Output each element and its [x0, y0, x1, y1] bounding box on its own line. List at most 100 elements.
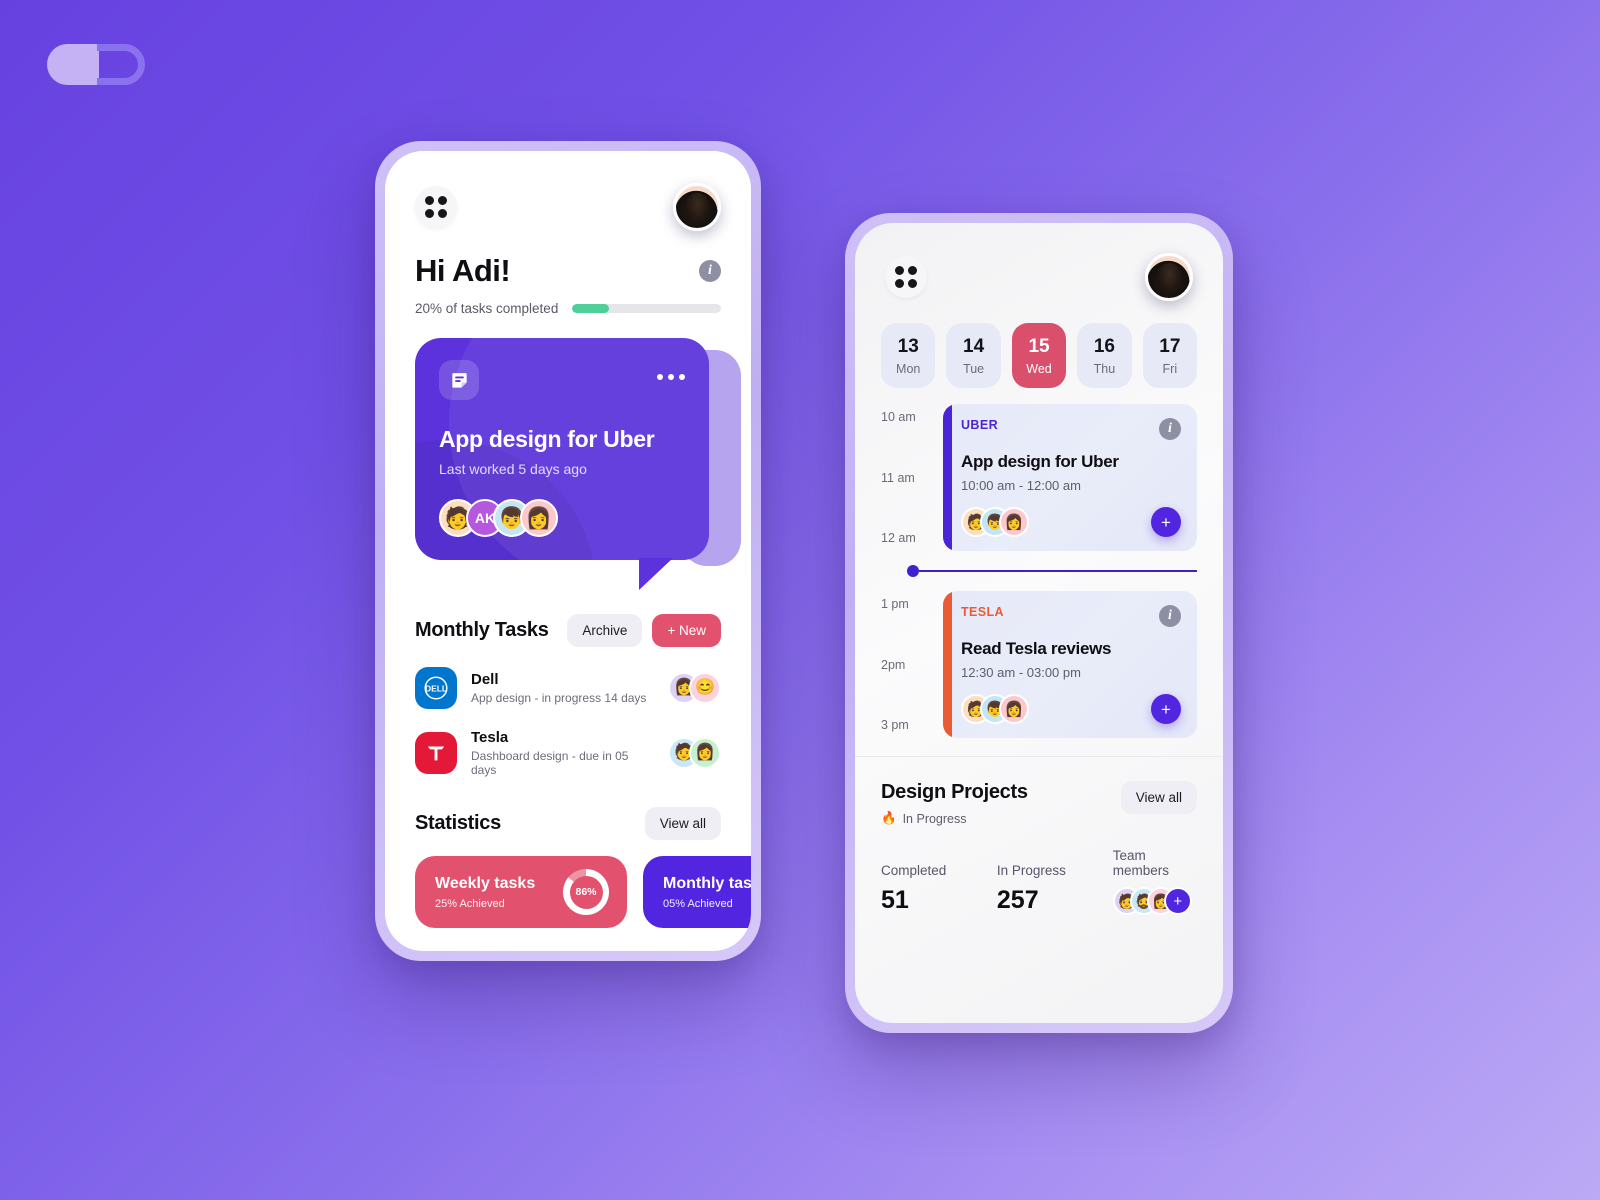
- progress-bar: [572, 304, 721, 313]
- statistics-header: Statistics View all: [415, 807, 721, 840]
- info-icon[interactable]: i: [699, 260, 721, 282]
- add-icon[interactable]: +: [1151, 694, 1181, 724]
- progress-fill: [572, 304, 610, 313]
- member-beret: 👩: [520, 499, 558, 537]
- task-row[interactable]: DELL Dell App design - in progress 14 days…: [415, 657, 721, 719]
- design-projects-status-text: In Progress: [902, 811, 967, 826]
- grid-icon[interactable]: [415, 186, 457, 228]
- design-projects-title: Design Projects: [881, 781, 1028, 803]
- day-cell-thu[interactable]: 16 Thu: [1077, 323, 1132, 388]
- grid-dot: [425, 209, 434, 218]
- design-projects-header: Design Projects 🔥 In Progress View all: [881, 781, 1197, 826]
- member-bob-hair: 👩: [689, 737, 721, 769]
- app-mockup-stage: Hi Adi! i 20% of tasks completed App des…: [0, 0, 1600, 1200]
- archive-button[interactable]: Archive: [567, 614, 643, 647]
- stat-completed: Completed 51: [881, 863, 997, 915]
- hero-card-header: [415, 338, 709, 400]
- agenda-card-header: TESLA i: [961, 605, 1181, 627]
- more-dot: [668, 374, 674, 380]
- day-number: 14: [963, 336, 985, 357]
- progress-label: 20% of tasks completed: [415, 301, 559, 316]
- statistics-title: Statistics: [415, 812, 501, 834]
- agenda-hour-label: 11 am: [881, 470, 915, 485]
- statistics-cards: Weekly tasks 25% Achieved 86% Monthly tasks…: [415, 856, 751, 928]
- hero-card-tail: [639, 558, 673, 590]
- hero-card-members: 🧑 AK 👦 👩: [439, 499, 685, 537]
- day-cell-wed[interactable]: 15 Wed: [1011, 323, 1067, 388]
- day-number: 16: [1093, 336, 1115, 357]
- task-members: 🧑 👩: [668, 737, 721, 769]
- day-name: Mon: [896, 362, 921, 376]
- greeting-row: Hi Adi! i: [385, 231, 751, 289]
- day-name: Wed: [1026, 362, 1052, 376]
- agenda-block: 1 pm 2pm 3 pm TESLA i Read Tesla reviews 12:30…: [881, 591, 1197, 738]
- phone-two-screen: 13 Mon 14 Tue 15 Wed 16 Thu 17 Fri 10 am 11 am 12 a…: [855, 223, 1223, 1023]
- agenda-block: 10 am 11 am 12 am UBER i App design for Uber 1…: [881, 404, 1197, 551]
- grid-dot: [425, 196, 434, 205]
- statistic-card-title: Monthly tasks: [663, 874, 751, 892]
- grid-dot: [438, 209, 447, 218]
- day-cell-fri[interactable]: 17 Fri: [1142, 323, 1198, 388]
- day-number: 13: [897, 336, 919, 357]
- agenda-hour-labels: 1 pm 2pm 3 pm: [881, 591, 937, 738]
- statistics-view-all-button[interactable]: View all: [644, 807, 721, 840]
- agenda-card-stripe: [943, 591, 952, 738]
- day-cell-mon[interactable]: 13 Mon: [881, 323, 936, 388]
- agenda-card-tag: TESLA: [961, 605, 1004, 619]
- agenda-card-title: Read Tesla reviews: [961, 639, 1112, 658]
- grid-icon[interactable]: [885, 256, 927, 298]
- note-icon: [439, 360, 479, 400]
- tesla-logo: [415, 732, 457, 774]
- agenda-card[interactable]: TESLA i Read Tesla reviews 12:30 am - 03:00…: [943, 591, 1197, 738]
- stat-completed-label: Completed: [881, 863, 947, 878]
- projects-view-all-button[interactable]: View all: [1120, 781, 1197, 814]
- phone-one-topbar: [385, 151, 751, 231]
- statistic-card[interactable]: Monthly tasks 05% Achieved: [643, 856, 751, 928]
- agenda-card-time: 10:00 am - 12:00 am: [961, 478, 1081, 493]
- phone-calendar-screen: 13 Mon 14 Tue 15 Wed 16 Thu 17 Fri 10 am 11 am 12 a…: [845, 213, 1233, 1033]
- design-projects-stats: Completed 51 In Progress 257 Team member…: [881, 848, 1197, 915]
- task-members: 👩 😊: [668, 672, 721, 704]
- hero-card-uber[interactable]: App design for Uber Last worked 5 days a…: [415, 338, 709, 560]
- current-time-line: [919, 570, 1197, 572]
- hero-card-title: App design for Uber: [439, 426, 655, 452]
- agenda-card-title: App design for Uber: [961, 452, 1119, 471]
- task-meta: App design - in progress 14 days: [471, 691, 647, 705]
- day-name: Fri: [1162, 362, 1178, 376]
- day-name: Tue: [963, 362, 985, 376]
- agenda-card-stripe: [943, 404, 952, 551]
- day-number: 17: [1159, 336, 1181, 357]
- agenda-card-footer: 🧑 👦 👩 +: [961, 507, 1181, 537]
- user-avatar[interactable]: [1145, 253, 1193, 301]
- add-icon[interactable]: +: [1151, 507, 1181, 537]
- more-dot: [657, 374, 663, 380]
- new-task-button[interactable]: + New: [652, 614, 721, 647]
- user-avatar[interactable]: [673, 183, 721, 231]
- more-options-icon[interactable]: [657, 360, 685, 380]
- member-beret: 👩: [999, 694, 1029, 724]
- info-icon[interactable]: i: [1159, 605, 1181, 627]
- agenda-card[interactable]: UBER i App design for Uber 10:00 am - 12:00…: [943, 404, 1197, 551]
- agenda-card-header: UBER i: [961, 418, 1181, 440]
- current-time-knob: [907, 565, 919, 577]
- logo-capsule-left: [47, 44, 99, 85]
- statistic-progress-ring: 86%: [563, 869, 609, 915]
- design-projects-section: Design Projects 🔥 In Progress View all C…: [855, 756, 1223, 915]
- monthly-tasks-header: Monthly Tasks Archive + New: [415, 614, 721, 647]
- agenda-hour-label: 3 pm: [881, 718, 909, 732]
- info-icon[interactable]: i: [1159, 418, 1181, 440]
- day-cell-tue[interactable]: 14 Tue: [946, 323, 1001, 388]
- agenda-hour-label: 12 am: [881, 531, 916, 545]
- add-team-member-button[interactable]: +: [1163, 887, 1192, 915]
- task-row[interactable]: Tesla Dashboard design - due in 05 days 🧑 👩: [415, 719, 721, 787]
- team-members-avatars: 🧑 🧔 👩 +: [1112, 887, 1197, 915]
- grid-dot: [908, 279, 917, 288]
- agenda-hour-label: 10 am: [881, 410, 916, 424]
- day-selector: 13 Mon 14 Tue 15 Wed 16 Thu 17 Fri: [855, 301, 1223, 388]
- statistic-card[interactable]: Weekly tasks 25% Achieved 86%: [415, 856, 627, 928]
- task-name: Dell: [471, 671, 499, 688]
- task-text: Tesla Dashboard design - due in 05 days: [471, 729, 654, 777]
- grid-dot: [895, 279, 904, 288]
- member-beret: 👩: [999, 507, 1029, 537]
- hero-card-subtitle: Last worked 5 days ago: [439, 461, 587, 477]
